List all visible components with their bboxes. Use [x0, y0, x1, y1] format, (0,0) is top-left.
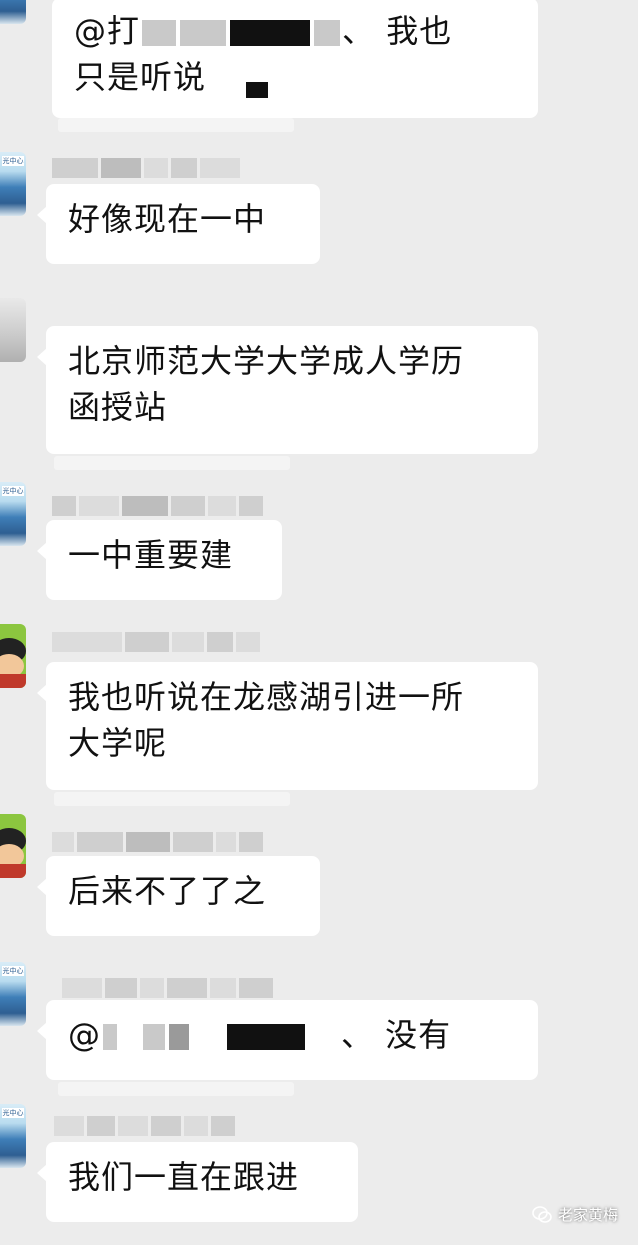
- avatar-badge: 光中心: [2, 966, 24, 976]
- bubble-shadow: [58, 1082, 294, 1096]
- avatar[interactable]: 光中心: [0, 152, 26, 216]
- message-line: @打 、 我也: [74, 8, 516, 54]
- avatar-badge: 光中心: [2, 486, 24, 496]
- message-bubble[interactable]: @ 、 没有: [37, 1000, 538, 1080]
- avatar[interactable]: [0, 624, 26, 688]
- sender-name: [52, 632, 260, 652]
- message-line: 只是听说: [74, 54, 516, 100]
- redacted-block: [142, 20, 177, 46]
- sender-name: [54, 1116, 235, 1136]
- redacted-block: [180, 20, 227, 46]
- bubble-shadow: [54, 456, 290, 470]
- bubble-shadow: [54, 792, 290, 806]
- avatar-badge: 光中心: [2, 1108, 24, 1118]
- message-bubble[interactable]: 后来不了了之: [37, 856, 320, 936]
- redacted-block: [103, 1024, 117, 1050]
- message-text-suffix: 、 我也: [342, 12, 453, 50]
- message-text-prefix: @打: [74, 12, 141, 50]
- avatar[interactable]: 光中心: [0, 962, 26, 1026]
- message-text: 后来不了了之: [68, 872, 267, 910]
- message-bubble[interactable]: 北京师范大学大学成人学历 函授站: [37, 326, 538, 454]
- bubble-shadow: [58, 118, 294, 132]
- redacted-block: [314, 20, 341, 46]
- avatar[interactable]: 光中心: [0, 482, 26, 546]
- wechat-official-account-icon: [532, 1205, 552, 1224]
- message-line: 我也听说在龙感湖引进一所: [68, 678, 465, 716]
- avatar-shirt: [0, 674, 26, 688]
- message-line: 大学呢: [68, 724, 168, 762]
- message-text: 好像现在一中: [68, 200, 267, 238]
- avatar[interactable]: [0, 814, 26, 878]
- message-text: 我们一直在跟进: [68, 1158, 300, 1196]
- sender-name: [52, 158, 240, 178]
- sender-name: [62, 978, 273, 998]
- redacted-block: [169, 1024, 189, 1050]
- redacted-block: [230, 20, 311, 46]
- message-text-suffix: 、 没有: [341, 1016, 452, 1054]
- watermark-label: 老家黄梅: [557, 1206, 618, 1224]
- message-bubble[interactable]: 我们一直在跟进: [37, 1142, 358, 1222]
- avatar-badge: 光中心: [2, 156, 24, 166]
- message-line: 北京师范大学大学成人学历: [68, 342, 465, 380]
- sender-name: [52, 832, 263, 852]
- avatar[interactable]: [0, 298, 26, 362]
- message-bubble[interactable]: 好像现在一中: [37, 184, 320, 264]
- message-text: 一中重要建: [68, 536, 234, 574]
- avatar[interactable]: 光中心: [0, 0, 26, 24]
- message-bubble[interactable]: 我也听说在龙感湖引进一所 大学呢: [37, 662, 538, 790]
- message-line: 函授站: [68, 388, 168, 426]
- avatar-shirt: [0, 864, 26, 878]
- message-text: 只是听说: [74, 58, 207, 96]
- redacted-block: [143, 1024, 165, 1050]
- sender-name: [52, 496, 263, 516]
- message-bubble[interactable]: @打 、 我也 只是听说: [52, 0, 538, 118]
- watermark: 老家黄梅: [532, 1204, 618, 1225]
- redacted-block: [246, 82, 268, 98]
- message-bubble[interactable]: 一中重要建: [37, 520, 282, 600]
- message-text-prefix: @: [68, 1016, 101, 1054]
- avatar[interactable]: 光中心: [0, 1104, 26, 1168]
- redacted-block: [227, 1024, 305, 1050]
